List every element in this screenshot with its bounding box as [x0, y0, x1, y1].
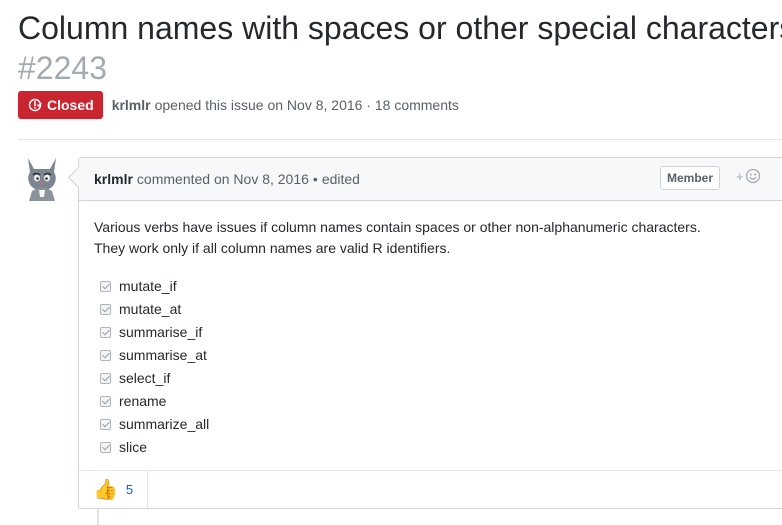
task-label: rename	[119, 393, 167, 409]
issue-opened-text: opened this issue on Nov 8, 2016 · 18 co…	[154, 97, 459, 113]
issue-meta: Closed krlmlr opened this issue on Nov 8…	[18, 91, 459, 119]
member-badge: Member	[660, 166, 721, 190]
reaction-count: 5	[125, 482, 134, 497]
thumbs-up-reaction-button[interactable]: 👍 5	[79, 471, 149, 508]
task-label: summarise_if	[119, 324, 203, 340]
task-checkbox[interactable]	[100, 304, 111, 315]
task-checkbox[interactable]	[100, 327, 111, 338]
task-label: slice	[119, 439, 148, 455]
comment-reactions: 👍 5	[79, 470, 782, 508]
task-checkbox[interactable]	[100, 442, 111, 453]
smiley-icon	[745, 168, 760, 184]
issue-comment: krlmlr commented on Nov 8, 2016 • edited…	[67, 157, 782, 509]
task-checkbox[interactable]	[100, 419, 111, 430]
task-list-item: rename	[100, 390, 782, 413]
comment-body: Various verbs have issues if column name…	[79, 201, 782, 459]
issue-closed-icon	[28, 98, 42, 112]
task-label: mutate_at	[119, 301, 182, 317]
thumbs-up-icon: 👍	[93, 478, 118, 501]
task-label: mutate_if	[119, 278, 177, 294]
comment-header: krlmlr commented on Nov 8, 2016 • edited…	[79, 158, 782, 201]
avatar[interactable]	[19, 155, 65, 201]
status-badge: Closed	[18, 91, 103, 119]
task-label: summarise_at	[119, 347, 207, 363]
task-list: mutate_if mutate_at summarise_if summari…	[94, 275, 782, 459]
task-label: summarize_all	[119, 416, 210, 432]
task-checkbox[interactable]	[100, 350, 111, 361]
add-reaction-button[interactable]: +	[736, 168, 761, 184]
edited-dropdown[interactable]: edited	[322, 171, 360, 187]
task-list-item: summarize_all	[100, 413, 782, 436]
task-checkbox[interactable]	[100, 281, 111, 292]
add-reaction-plus: +	[736, 168, 744, 184]
comment-line-2: They work only if all column names are v…	[94, 240, 451, 256]
comment-separator: •	[312, 171, 318, 187]
task-checkbox[interactable]	[100, 396, 111, 407]
task-label: select_if	[119, 370, 171, 386]
timeline-line	[97, 509, 99, 525]
comment-author-link[interactable]: krlmlr	[94, 171, 133, 187]
status-label: Closed	[47, 97, 94, 113]
task-list-item: slice	[100, 436, 782, 459]
task-list-item: mutate_at	[100, 298, 782, 321]
issue-author-link[interactable]: krlmlr	[112, 97, 151, 113]
comment-date-link[interactable]: commented on Nov 8, 2016	[137, 171, 309, 187]
issue-title: Column names with spaces or other specia…	[18, 8, 782, 88]
issue-number: #2243	[18, 50, 107, 86]
task-list-item: select_if	[100, 367, 782, 390]
comment-paragraph: Various verbs have issues if column name…	[94, 217, 782, 259]
task-list-item: summarise_at	[100, 344, 782, 367]
task-checkbox[interactable]	[100, 373, 111, 384]
task-list-item: summarise_if	[100, 321, 782, 344]
issue-title-text: Column names with spaces or other specia…	[18, 10, 782, 46]
task-list-item: mutate_if	[100, 275, 782, 298]
comment-line-1: Various verbs have issues if column name…	[94, 219, 701, 235]
header-divider	[18, 139, 782, 140]
